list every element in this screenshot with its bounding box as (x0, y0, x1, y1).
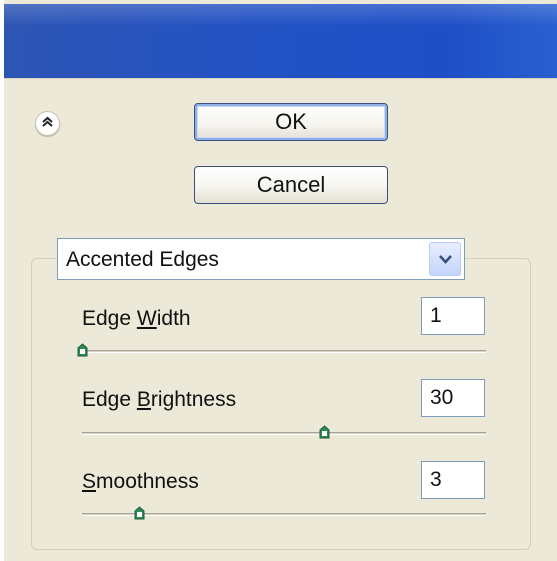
smoothness-slider-thumb[interactable] (134, 506, 145, 520)
title-bar (4, 4, 557, 79)
edge-width-track[interactable] (82, 350, 486, 353)
edge-brightness-label: Edge Brightness (82, 388, 237, 411)
smoothness-label: Smoothness (82, 470, 199, 493)
smoothness-input[interactable]: 3 (421, 461, 485, 499)
edge-brightness-track[interactable] (82, 432, 486, 435)
cancel-button[interactable]: Cancel (194, 166, 388, 204)
chevron-down-icon[interactable] (429, 242, 461, 276)
edge-brightness-input[interactable]: 30 (421, 379, 485, 417)
filter-select[interactable]: Accented Edges (57, 238, 465, 280)
edge-width-slider-thumb[interactable] (77, 343, 88, 357)
edge-width-input[interactable]: 1 (421, 297, 485, 335)
collapse-button[interactable] (35, 111, 60, 136)
filter-dialog: OK Cancel Accented Edges Edge Width 1 Ed… (4, 0, 557, 561)
filter-select-value: Accented Edges (66, 248, 219, 271)
double-chevron-up-icon (40, 114, 55, 134)
edge-brightness-slider-thumb[interactable] (319, 425, 330, 439)
edge-width-label: Edge Width (82, 307, 191, 330)
ok-button[interactable]: OK (194, 103, 388, 141)
